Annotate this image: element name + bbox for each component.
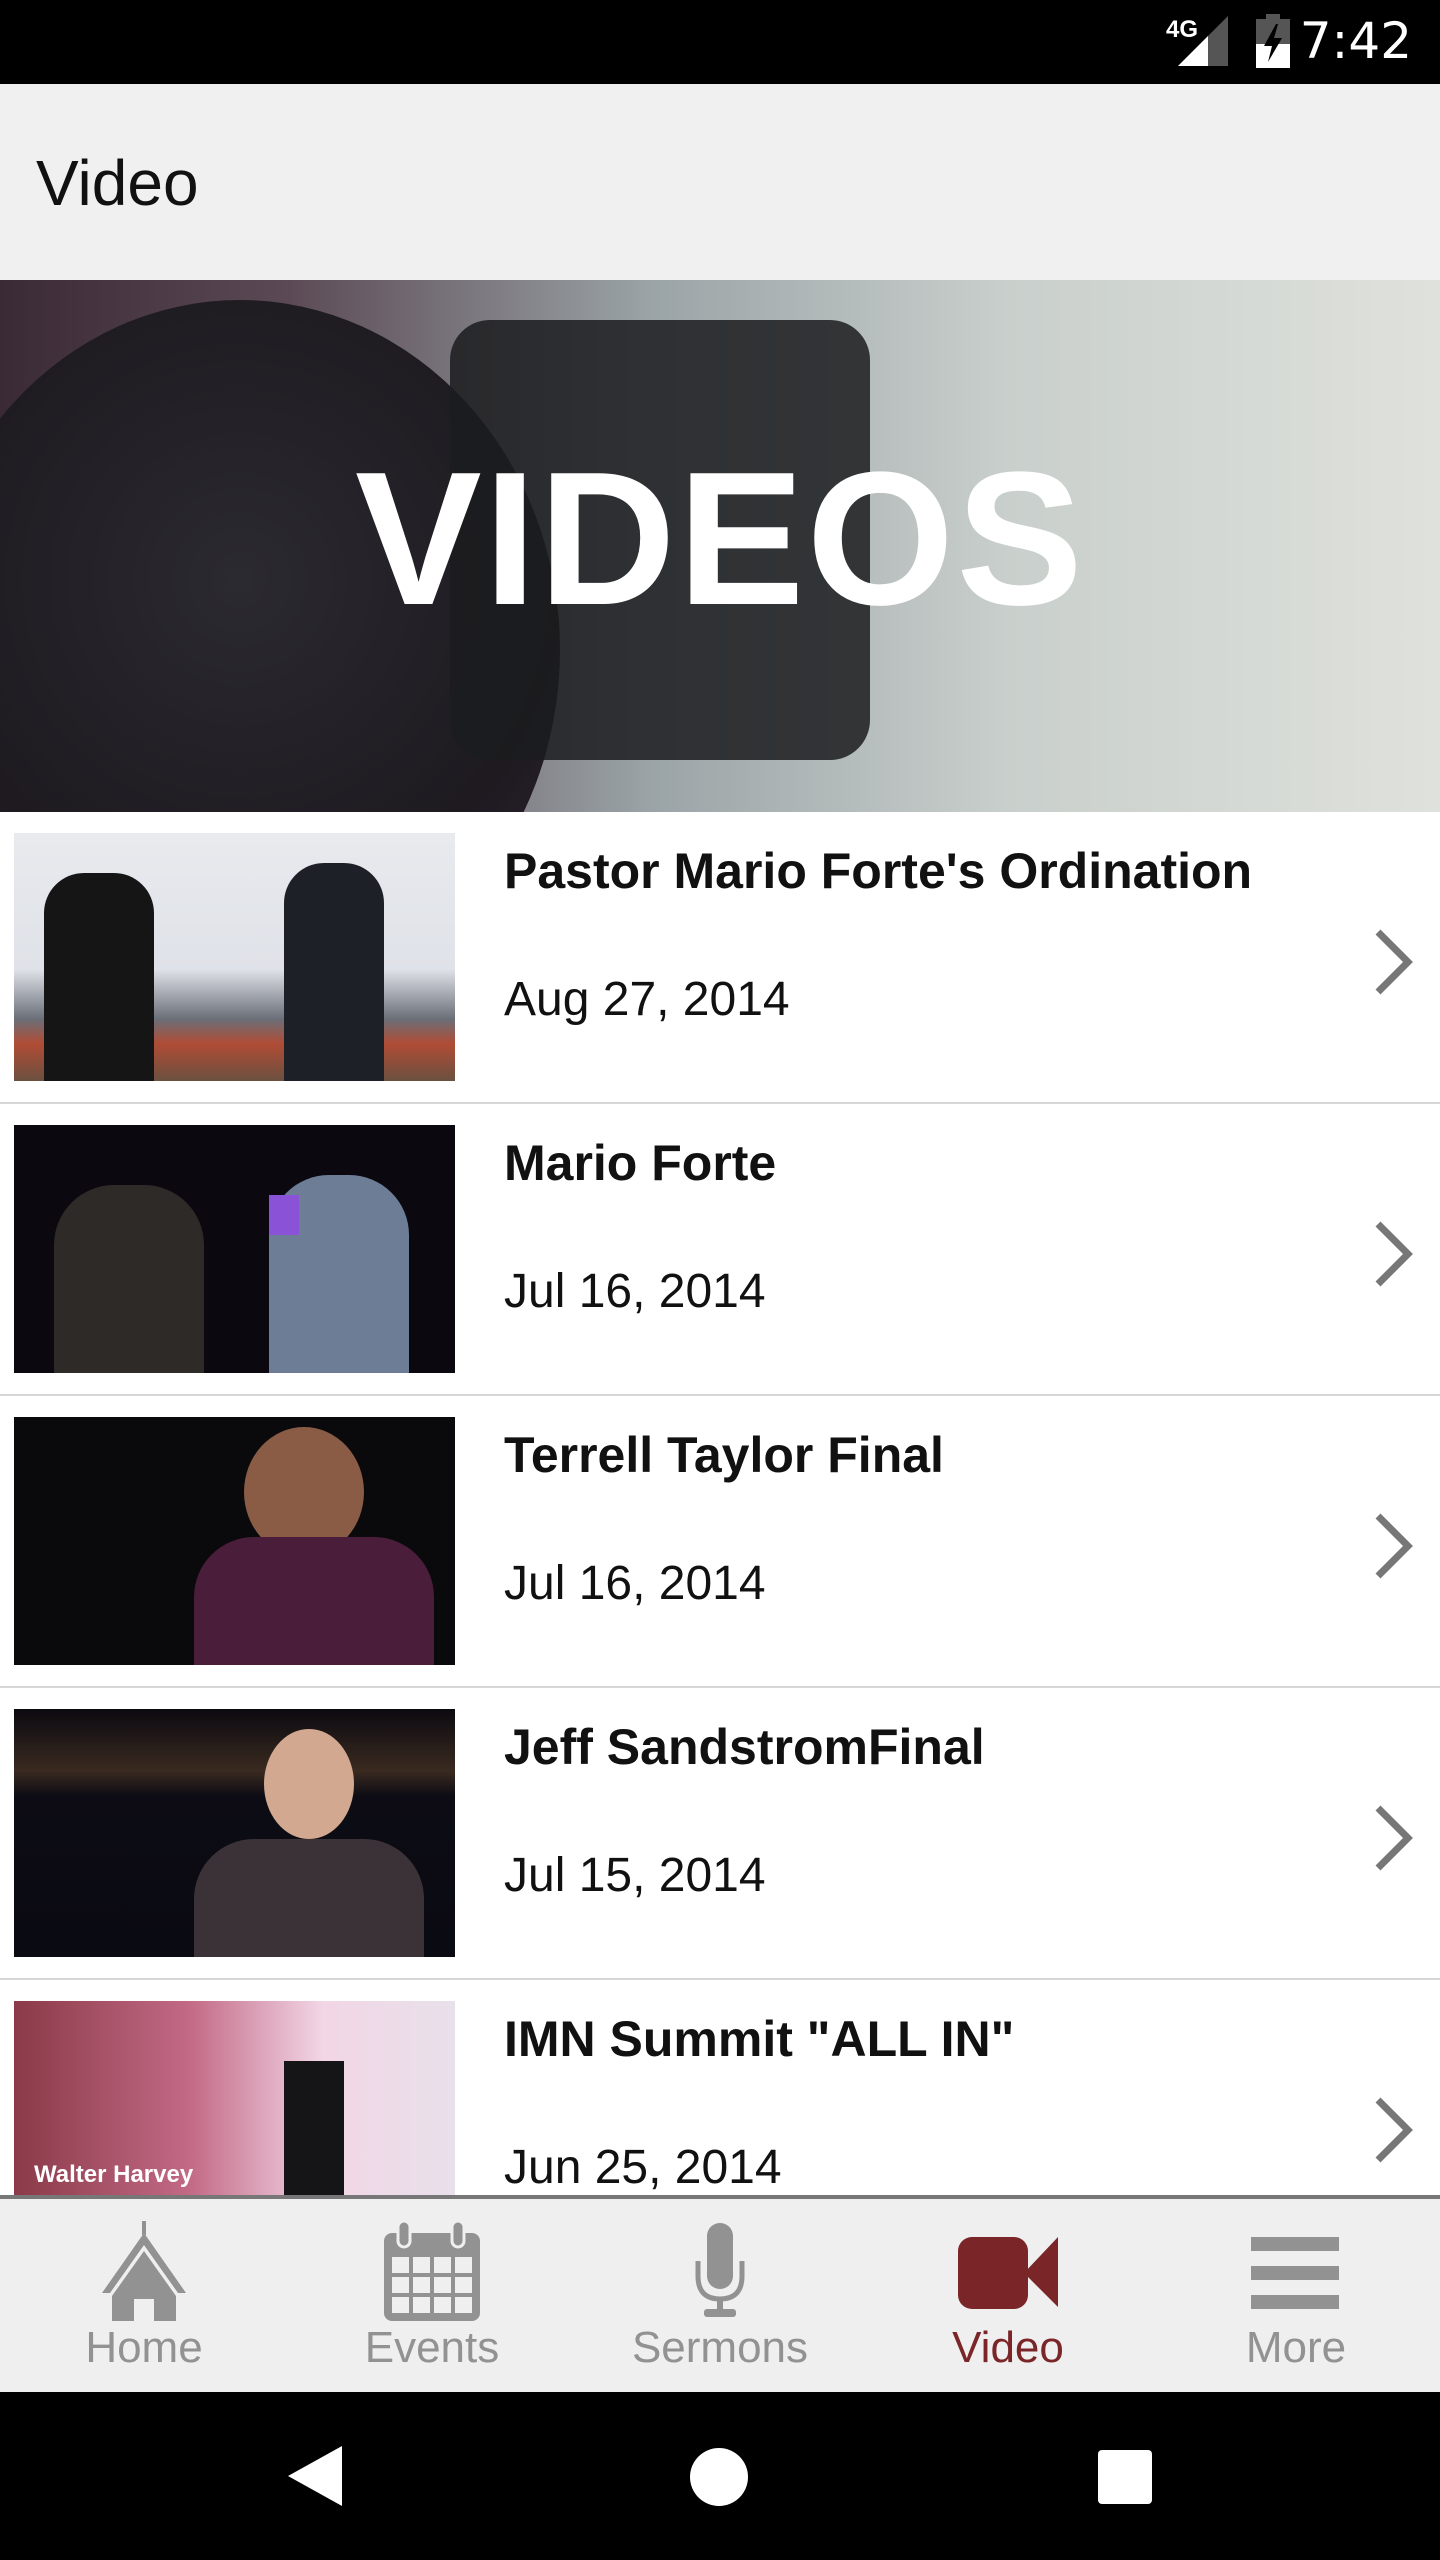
video-list-item[interactable]: Walter Harvey IMN Summit "ALL IN" Jun 25… <box>0 1980 1440 2195</box>
calendar-icon <box>384 2221 480 2321</box>
tab-sermons[interactable]: Sermons <box>576 2199 864 2396</box>
page-title: Video <box>36 147 199 219</box>
recents-icon[interactable] <box>1098 2450 1152 2504</box>
video-date: Aug 27, 2014 <box>504 973 790 1026</box>
banner-title: VIDEOS <box>355 433 1085 645</box>
video-date: Jul 16, 2014 <box>504 1557 766 1610</box>
chevron-right-icon <box>1375 1221 1413 1287</box>
video-thumbnail <box>14 1417 455 1665</box>
video-title: Terrell Taylor Final <box>504 1427 944 1483</box>
video-camera-icon <box>958 2237 1058 2309</box>
video-list-item[interactable]: Terrell Taylor Final Jul 16, 2014 <box>0 1396 1440 1688</box>
app-bar: Video <box>0 84 1440 280</box>
signal-icon <box>1178 16 1228 66</box>
chevron-right-icon <box>1375 1513 1413 1579</box>
church-icon <box>102 2221 186 2321</box>
video-title: IMN Summit "ALL IN" <box>504 2011 1015 2067</box>
video-thumbnail <box>14 833 455 1081</box>
tab-label: Home <box>85 2323 203 2372</box>
video-title: Mario Forte <box>504 1135 777 1191</box>
video-list-item[interactable]: Mario Forte Jul 16, 2014 <box>0 1104 1440 1396</box>
tab-label: More <box>1245 2323 1347 2372</box>
video-title: Jeff SandstromFinal <box>504 1719 985 1775</box>
chevron-right-icon <box>1375 1805 1413 1871</box>
video-date: Jul 15, 2014 <box>504 1849 766 1902</box>
chevron-right-icon <box>1375 929 1413 995</box>
back-icon[interactable] <box>288 2446 342 2506</box>
tab-label: Video <box>952 2323 1064 2372</box>
video-thumbnail: Walter Harvey <box>14 2001 455 2195</box>
video-list[interactable]: Pastor Mario Forte's Ordination Aug 27, … <box>0 812 1440 2195</box>
menu-icon <box>1251 2237 1339 2309</box>
tab-home[interactable]: Home <box>0 2199 288 2396</box>
tab-events[interactable]: Events <box>288 2199 576 2396</box>
status-bar: 4G 7:42 <box>0 0 1440 84</box>
tab-more[interactable]: More <box>1152 2199 1440 2396</box>
microphone-icon <box>695 2223 745 2317</box>
bottom-navigation: Home Events Sermons Video More <box>0 2195 1440 2392</box>
system-navigation-bar <box>0 2392 1440 2560</box>
videos-banner: VIDEOS <box>0 280 1440 812</box>
video-date: Jun 25, 2014 <box>504 2141 782 2194</box>
chevron-right-icon <box>1375 2097 1413 2163</box>
video-title: Pastor Mario Forte's Ordination <box>504 843 1253 899</box>
video-thumbnail <box>14 1709 455 1957</box>
clock: 7:42 <box>1299 12 1412 70</box>
battery-charging-icon <box>1256 14 1290 68</box>
thumbnail-caption: Walter Harvey <box>34 2161 194 2188</box>
tab-label: Sermons <box>631 2323 809 2372</box>
tab-label: Events <box>364 2323 500 2372</box>
video-list-item[interactable]: Jeff SandstromFinal Jul 15, 2014 <box>0 1688 1440 1980</box>
video-thumbnail <box>14 1125 455 1373</box>
home-icon[interactable] <box>690 2448 748 2506</box>
video-list-item[interactable]: Pastor Mario Forte's Ordination Aug 27, … <box>0 812 1440 1104</box>
video-date: Jul 16, 2014 <box>504 1265 766 1318</box>
tab-video[interactable]: Video <box>864 2199 1152 2396</box>
